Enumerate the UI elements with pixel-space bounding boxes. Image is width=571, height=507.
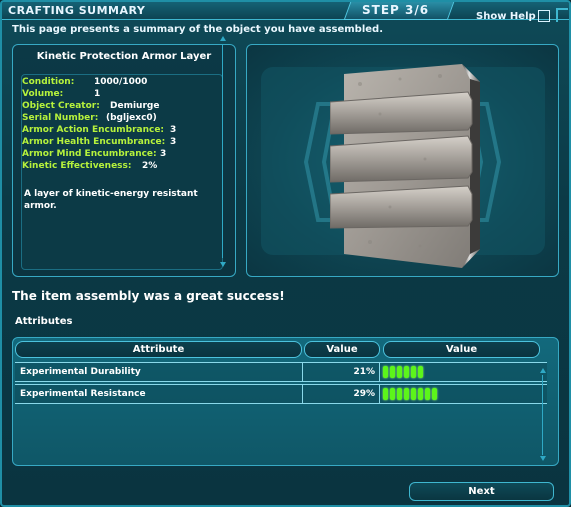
property-value: 3 — [170, 125, 177, 135]
property-key: Condition: — [22, 77, 75, 87]
show-help-checkbox[interactable] — [538, 10, 550, 22]
object-description: A layer of kinetic-energy resistant armo… — [24, 189, 198, 211]
page-subtitle: This page presents a summary of the obje… — [12, 24, 384, 35]
value-bar-segment — [411, 366, 416, 378]
property-value: Demiurge — [110, 101, 160, 111]
window-title: CRAFTING SUMMARY — [8, 4, 146, 17]
property-row: Volume: 1 — [22, 89, 100, 99]
info-scrollbar[interactable] — [222, 44, 223, 258]
column-divider — [379, 385, 380, 403]
property-value: 3 — [160, 149, 167, 159]
value-bar-segment — [383, 366, 388, 378]
show-help-label: Show Help — [476, 11, 536, 22]
property-value: 1 — [94, 89, 101, 99]
value-bar-segment — [425, 388, 430, 400]
value-bar-segment — [390, 366, 395, 378]
property-row: Object Creator: Demiurge — [22, 101, 159, 111]
column-header-value-bar[interactable]: Value — [383, 341, 540, 358]
assembly-result-message: The item assembly was a great success! — [12, 289, 285, 303]
value-bar-segment — [404, 388, 409, 400]
table-row[interactable]: Experimental Durability 21% — [15, 362, 547, 382]
value-bar-segment — [397, 366, 402, 378]
value-bar-segment — [397, 388, 402, 400]
object-name: Kinetic Protection Armor Layer — [36, 51, 212, 62]
attribute-value-bar — [383, 366, 423, 378]
attributes-table: Attribute Value Value Experimental Durab… — [12, 337, 559, 466]
property-key: Volume: — [22, 89, 64, 99]
property-row: Armor Mind Encumbrance: 3 — [22, 149, 166, 159]
column-divider — [302, 385, 303, 403]
property-key: Armor Mind Encumbrance: — [22, 149, 157, 159]
property-row: Condition: 1000/1000 — [22, 77, 147, 87]
attribute-value: 29% — [353, 389, 375, 399]
column-header-value[interactable]: Value — [304, 341, 380, 358]
property-value: 1000/1000 — [94, 77, 148, 87]
column-header-attribute[interactable]: Attribute — [15, 341, 302, 358]
attribute-value-bar — [383, 388, 437, 400]
value-bar-segment — [418, 366, 423, 378]
property-row: Armor Action Encumbrance: 3 — [22, 125, 176, 135]
column-divider — [379, 363, 380, 381]
table-scroll-up-icon[interactable] — [540, 368, 546, 373]
table-row[interactable]: Experimental Resistance 29% — [15, 384, 547, 404]
info-scroll-up-icon[interactable] — [220, 36, 226, 41]
attributes-section-label: Attributes — [15, 316, 73, 327]
property-key: Kinetic Effectiveness: — [22, 161, 132, 171]
value-bar-segment — [383, 388, 388, 400]
table-scrollbar[interactable] — [542, 375, 543, 455]
property-row: Serial Number: (bgljexc0) — [22, 113, 157, 123]
property-key: Armor Health Encumbrance: — [22, 137, 166, 147]
property-row: Kinetic Effectiveness: 2% — [22, 161, 157, 171]
property-value: 3 — [170, 137, 177, 147]
property-row: Armor Health Encumbrance: 3 — [22, 137, 176, 147]
property-key: Object Creator: — [22, 101, 100, 111]
info-scroll-down-icon[interactable] — [220, 262, 226, 267]
attribute-name: Experimental Durability — [20, 367, 141, 377]
value-bar-segment — [390, 388, 395, 400]
column-divider — [302, 363, 303, 381]
attribute-name: Experimental Resistance — [20, 389, 146, 399]
armor-plate-image — [330, 64, 480, 268]
value-bar-segment — [418, 388, 423, 400]
value-bar-segment — [404, 366, 409, 378]
window-corner-icon — [556, 8, 568, 22]
attribute-value: 21% — [353, 367, 375, 377]
value-bar-segment — [411, 388, 416, 400]
table-scroll-down-icon[interactable] — [540, 456, 546, 461]
next-button[interactable]: Next — [409, 482, 554, 501]
property-key: Serial Number: — [22, 113, 99, 123]
property-value: 2% — [142, 161, 158, 171]
step-indicator: STEP 3/6 — [362, 3, 430, 17]
property-value: (bgljexc0) — [106, 113, 157, 123]
value-bar-segment — [432, 388, 437, 400]
crafting-summary-window: CRAFTING SUMMARY STEP 3/6 Show Help This… — [0, 0, 571, 507]
property-key: Armor Action Encumbrance: — [22, 125, 165, 135]
